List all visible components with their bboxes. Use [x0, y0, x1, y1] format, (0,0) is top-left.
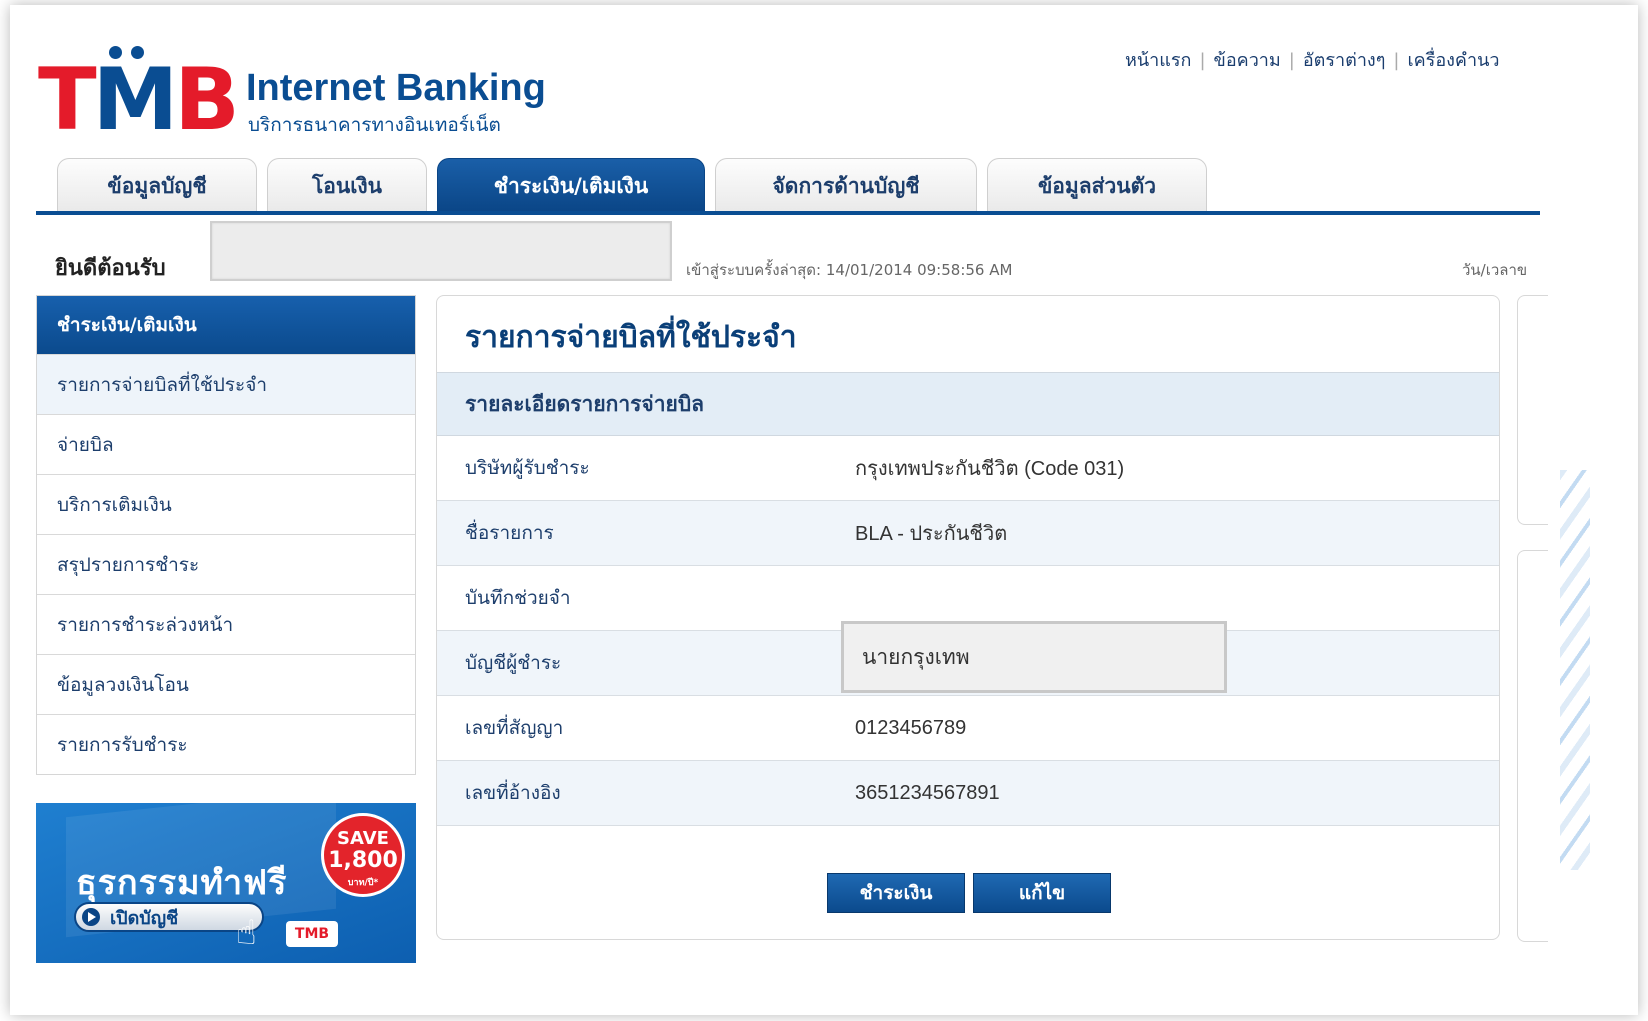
tmb-logo[interactable]: TM B [38, 46, 240, 143]
open-account-label: เปิดบัญชี [110, 907, 179, 929]
tab-personal-info[interactable]: ข้อมูลส่วนตัว [987, 158, 1207, 213]
redacted-username [210, 221, 672, 281]
detail-label: เลขที่อ้างอิง [465, 782, 561, 804]
detail-label: เลขที่สัญญา [465, 717, 564, 739]
top-link-rates[interactable]: อัตราต่างๆ [1303, 50, 1386, 71]
detail-label: บันทึกช่วยจำ [465, 587, 571, 609]
detail-value: 3651234567891 [855, 781, 1000, 804]
bill-detail-panel: รายการจ่ายบิลที่ใช้ประจำ รายละเอียดรายกา… [436, 295, 1500, 940]
page-title: รายการจ่ายบิลที่ใช้ประจำ [465, 320, 797, 355]
detail-row-contract-no: เลขที่สัญญา 0123456789 [437, 696, 1499, 761]
pay-button[interactable]: ชำระเงิน [827, 873, 965, 913]
hand-cursor-icon: ☝ [236, 913, 257, 953]
section-header: รายละเอียดรายการจ่ายบิล [437, 372, 1499, 436]
logo-subtitle: บริการธนาคารทางอินเทอร์เน็ต [248, 114, 501, 136]
sidebar-item-payment-summary[interactable]: สรุปรายการชำระ [37, 534, 415, 594]
save-badge-amount: 1,800 [328, 848, 398, 873]
promo-title: ธุรกรรมทำฟรี [76, 863, 288, 903]
detail-row-reference-no: เลขที่อ้างอิง 3651234567891 [437, 761, 1499, 826]
payer-account-value: นายกรุงเทพ [841, 621, 1227, 693]
decorative-stripes [1560, 470, 1590, 870]
datetime-label: วัน/เวลาข [1462, 261, 1528, 279]
tab-account-management[interactable]: จัดการด้านบัญชี [715, 158, 977, 213]
edit-button[interactable]: แก้ไข [973, 873, 1111, 913]
tab-account-info[interactable]: ข้อมูลบัญชี [57, 158, 257, 213]
tab-transfer[interactable]: โอนเงิน [267, 158, 427, 213]
top-link-messages[interactable]: ข้อความ [1214, 50, 1281, 71]
detail-value: กรุงเทพประกันชีวิต (Code 031) [855, 458, 1125, 480]
detail-row-item-name: ชื่อรายการ BLA - ประกันชีวิต [437, 501, 1499, 566]
promo-tmb-logo: TMB [286, 921, 338, 947]
sidebar-heading: ชำระเงิน/เติมเงิน [37, 296, 415, 354]
promo-banner[interactable]: ธุรกรรมทำฟรี เปิดบัญชี ☝ TMB SAVE 1,800 … [36, 803, 416, 963]
sidebar: ชำระเงิน/เติมเงิน รายการจ่ายบิลที่ใช้ประ… [36, 295, 416, 775]
logo-title: Internet Banking [246, 67, 546, 109]
right-panel-top [1517, 295, 1548, 525]
save-badge-line1: SAVE [337, 828, 389, 849]
page-frame: TM B Internet Banking บริการธนาคารทางอินเ… [10, 5, 1638, 1015]
detail-label: บัญชีผู้ชำระ [465, 652, 562, 674]
sidebar-item-topup[interactable]: บริการเติมเงิน [37, 474, 415, 534]
tab-payment[interactable]: ชำระเงิน/เติมเงิน [437, 158, 705, 213]
detail-label: ชื่อรายการ [465, 522, 554, 544]
detail-row-payer-account: บัญชีผู้ชำระ นายกรุงเทพ [437, 621, 1499, 696]
detail-label: บริษัทผู้รับชำระ [465, 457, 590, 479]
last-login-text: เข้าสู่ระบบครั้งล่าสุด: 14/01/2014 09:58… [686, 261, 1013, 279]
detail-row-payee: บริษัทผู้รับชำระ กรุงเทพประกันชีวิต (Cod… [437, 436, 1499, 501]
sidebar-item-received-payments[interactable]: รายการรับชำระ [37, 714, 415, 774]
tab-underline [36, 211, 1540, 215]
play-icon [82, 908, 100, 926]
save-badge: SAVE 1,800 บาท/ปี* [321, 813, 405, 897]
sidebar-item-pay-bill[interactable]: จ่ายบิล [37, 414, 415, 474]
detail-value: 0123456789 [855, 716, 967, 739]
top-links: หน้าแรก | ข้อความ | อัตราต่างๆ | เครื่องคำนว [1125, 50, 1500, 71]
sidebar-item-scheduled-payments[interactable]: รายการชำระล่วงหน้า [37, 594, 415, 654]
sidebar-item-transfer-limit[interactable]: ข้อมูลวงเงินโอน [37, 654, 415, 714]
top-link-calculator[interactable]: เครื่องคำนว [1407, 50, 1499, 71]
sidebar-item-recurring-bills[interactable]: รายการจ่ายบิลที่ใช้ประจำ [37, 354, 415, 414]
top-link-home[interactable]: หน้าแรก [1125, 50, 1191, 71]
welcome-label: ยินดีต้อนรับ [55, 256, 166, 281]
detail-value: BLA - ประกันชีวิต [855, 523, 1008, 545]
save-badge-unit: บาท/ปี* [347, 878, 379, 888]
right-panel-bottom [1517, 550, 1548, 942]
